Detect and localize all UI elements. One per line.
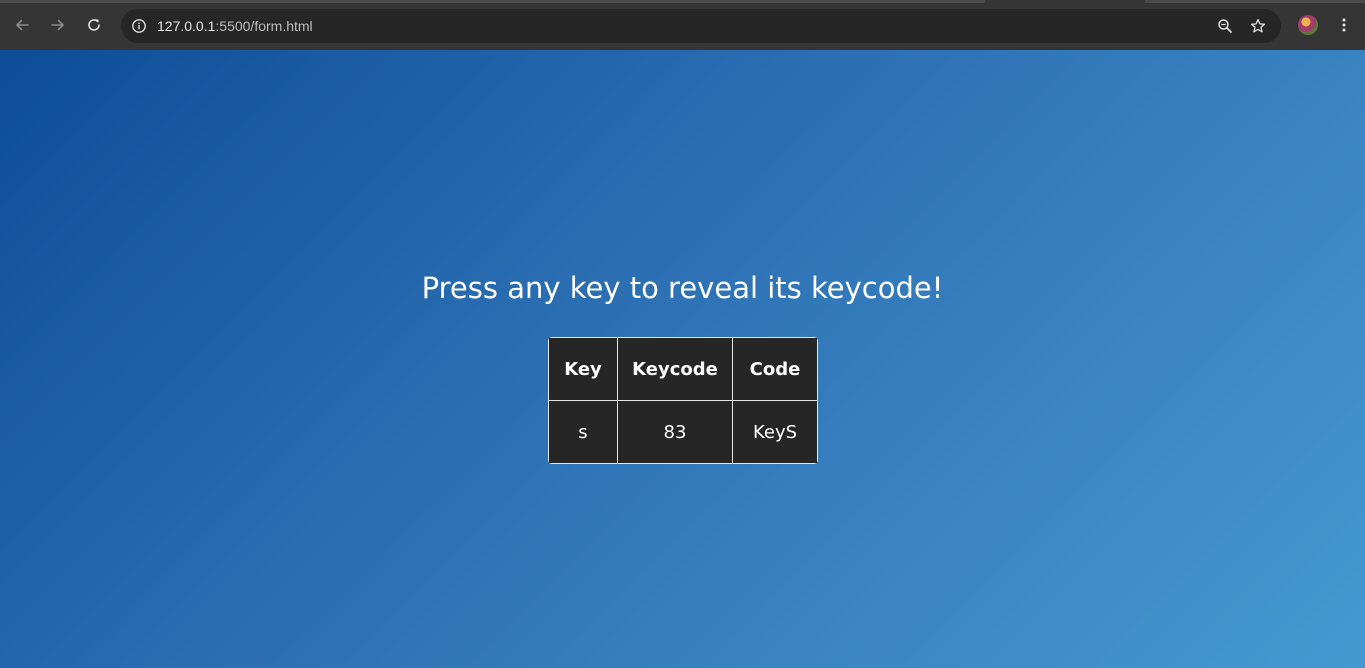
- tab-edge: [1145, 0, 1365, 3]
- back-arrow-icon: [16, 19, 29, 31]
- tab-strip: [0, 0, 1365, 4]
- table-header-keycode: Keycode: [617, 337, 733, 401]
- info-icon: [132, 19, 146, 33]
- reload-button[interactable]: [80, 11, 108, 39]
- bookmark-button[interactable]: [1246, 14, 1270, 38]
- kebab-menu-icon: [1342, 18, 1346, 32]
- url-host: 127.0.0.1: [157, 18, 216, 34]
- code-value: KeyS: [732, 400, 818, 464]
- table-header-row: Key Keycode Code: [548, 337, 818, 401]
- forward-arrow-icon: [51, 19, 64, 31]
- keycode-value: 83: [617, 400, 733, 464]
- star-icon: [1250, 18, 1266, 33]
- table-header-key: Key: [548, 337, 618, 401]
- browser-menu-button[interactable]: [1332, 13, 1356, 37]
- keycode-table: Key Keycode Code s 83 KeyS: [548, 337, 818, 464]
- browser-toolbar: 127.0.0.1:5500/form.html: [0, 0, 1365, 50]
- zoom-button[interactable]: [1213, 14, 1237, 38]
- page-viewport: Press any key to reveal its keycode! Key…: [0, 50, 1365, 668]
- site-info-button[interactable]: [127, 14, 151, 38]
- url-path: :5500/form.html: [215, 18, 313, 34]
- back-button[interactable]: [8, 11, 36, 39]
- table-header-code: Code: [732, 337, 818, 401]
- forward-button[interactable]: [44, 11, 72, 39]
- table-row: s 83 KeyS: [548, 400, 818, 464]
- tab-edge: [0, 0, 985, 3]
- reload-icon: [88, 19, 100, 31]
- url-text[interactable]: 127.0.0.1:5500/form.html: [157, 17, 313, 35]
- avatar[interactable]: [1298, 15, 1318, 35]
- key-value: s: [548, 400, 618, 464]
- address-bar[interactable]: 127.0.0.1:5500/form.html: [121, 9, 1281, 43]
- page-title: Press any key to reveal its keycode!: [421, 271, 944, 305]
- zoom-icon: [1218, 19, 1232, 33]
